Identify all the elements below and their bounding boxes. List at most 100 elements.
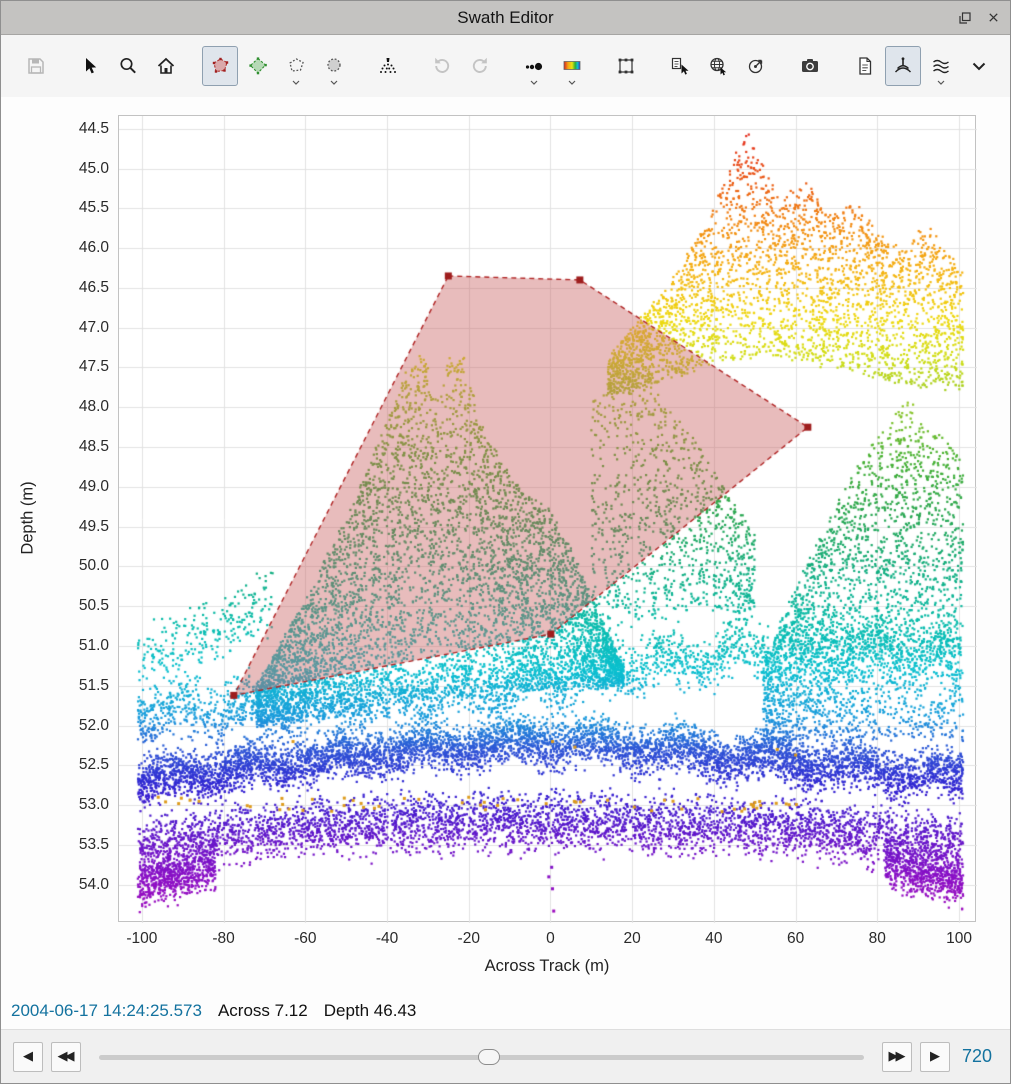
menu-arrow-icon [330,80,338,85]
y-tick-label: 52.5 [79,756,109,774]
float-icon [958,11,972,25]
undo-button[interactable] [424,46,460,86]
menu-arrow-icon [937,80,945,85]
fast-rewind-icon: ◀◀ [58,1049,72,1064]
x-tick-label: -80 [212,930,234,948]
snapshot-button[interactable] [792,46,828,86]
close-icon [987,11,1000,24]
x-tick-label: -60 [294,930,316,948]
document-icon [854,55,876,77]
scrubber-bar: ◀ ◀◀ ▶▶ ▶ 720 [1,1029,1010,1083]
point-display-button[interactable] [516,46,552,86]
ping-slider[interactable] [99,1042,864,1072]
float-window-button[interactable] [956,9,974,27]
camera-icon [799,55,821,77]
select-cursor-button[interactable] [72,46,108,86]
ping-timestamp: 2004-06-17 14:24:25.573 [11,1001,202,1021]
x-tick-label: 60 [787,930,804,948]
time-pick-icon [745,55,767,77]
globe-icon [707,55,729,77]
plot-canvas[interactable] [119,116,977,923]
zoom-extent-button[interactable] [608,46,644,86]
polygon-outline-icon [285,55,307,77]
colormap-button[interactable] [554,46,590,86]
x-tick-label: 20 [624,930,641,948]
window-controls [956,1,1002,34]
colormap-icon [561,55,583,77]
multi-swath-button[interactable] [923,46,959,86]
polygon-reject-button[interactable] [202,46,238,86]
y-tick-label: 49.5 [79,518,109,536]
y-axis-title: Depth (m) [19,481,38,554]
save-button[interactable] [18,46,54,86]
time-pick-button[interactable] [738,46,774,86]
toolbar [1,35,1010,97]
fast-forward-icon: ▶▶ [889,1049,903,1064]
title-bar[interactable]: Swath Editor [1,1,1010,35]
y-tick-label: 51.0 [79,637,109,655]
polygon-outline-button[interactable] [278,46,314,86]
point-size-icon [523,55,545,77]
chevron-down-icon [968,55,990,77]
step-back-button[interactable]: ◀ [13,1042,43,1072]
redo-icon [469,55,491,77]
step-forward-button[interactable]: ▶ [920,1042,950,1072]
menu-arrow-icon [568,80,576,85]
y-tick-label: 53.5 [79,836,109,854]
x-tick-label: -100 [126,930,157,948]
zoom-button[interactable] [110,46,146,86]
y-tick-label: 48.5 [79,438,109,456]
polygon-accept-button[interactable] [240,46,276,86]
window-title: Swath Editor [457,8,553,28]
polygon-accept-icon [247,55,269,77]
more-tools-button[interactable] [961,46,997,86]
close-window-button[interactable] [984,9,1002,27]
plot-frame[interactable] [118,115,976,922]
y-tick-label: 45.5 [79,199,109,217]
ping-number: 720 [962,1046,998,1067]
x-tick-label: 40 [705,930,722,948]
geo-pick-button[interactable] [700,46,736,86]
y-tick-label: 53.0 [79,796,109,814]
save-icon [25,55,47,77]
cursor-icon [79,55,101,77]
stacked-swaths-icon [930,55,952,77]
menu-arrow-icon [530,80,538,85]
x-tick-label: -20 [458,930,480,948]
info-panel-button[interactable] [847,46,883,86]
y-tick-label: 47.5 [79,358,109,376]
beam-fan-tool-button[interactable] [370,46,406,86]
step-back-icon: ◀ [23,1049,33,1064]
home-view-button[interactable] [148,46,184,86]
fast-rewind-button[interactable]: ◀◀ [51,1042,81,1072]
y-tick-label: 47.0 [79,319,109,337]
beam-fan-icon [377,55,399,77]
x-axis-title: Across Track (m) [118,957,976,976]
polygon-reject-icon [209,55,231,77]
step-forward-icon: ▶ [930,1049,940,1064]
depth-readout: Depth 46.43 [324,1001,417,1021]
x-tick-label: -40 [376,930,398,948]
swath-editor-window: Swath Editor [0,0,1011,1084]
menu-arrow-icon [292,80,300,85]
y-tick-label: 45.0 [79,160,109,178]
across-readout: Across 7.12 [218,1001,308,1021]
y-tick-label: 51.5 [79,677,109,695]
bounds-rect-icon [615,55,637,77]
x-tick-label: 0 [546,930,555,948]
ellipse-select-icon [323,55,345,77]
undo-icon [431,55,453,77]
swath-display-button[interactable] [885,46,921,86]
y-tick-label: 50.0 [79,557,109,575]
y-tick-label: 48.0 [79,398,109,416]
x-tick-label: 80 [869,930,886,948]
fast-forward-button[interactable]: ▶▶ [882,1042,912,1072]
ellipse-select-button[interactable] [316,46,352,86]
slider-handle[interactable] [478,1049,500,1065]
y-tick-label: 44.5 [79,120,109,138]
redo-button[interactable] [462,46,498,86]
status-bar: 2004-06-17 14:24:25.573 Across 7.12 Dept… [1,993,1010,1029]
y-tick-label: 52.0 [79,717,109,735]
pick-point-button[interactable] [662,46,698,86]
y-tick-label: 46.0 [79,239,109,257]
